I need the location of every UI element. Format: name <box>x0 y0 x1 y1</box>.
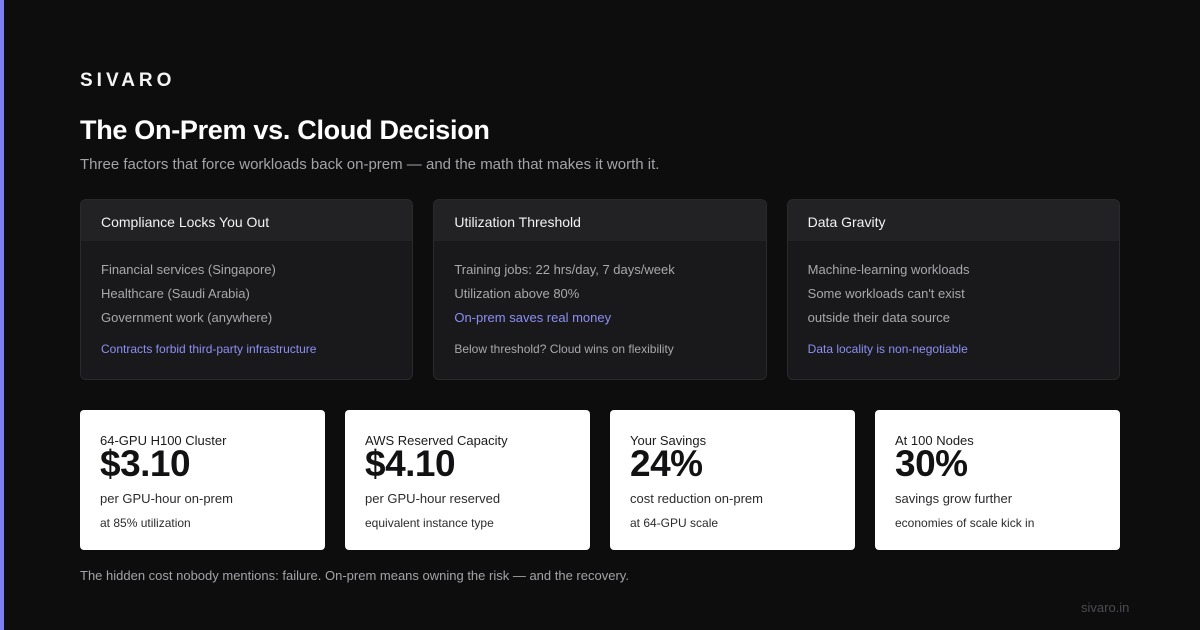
brand-logo: SIVARO <box>80 70 176 91</box>
card-line: Some workloads can't exist <box>807 286 965 301</box>
page-subtitle: Three factors that force workloads back … <box>80 156 660 173</box>
stat-note: equivalent instance type <box>365 516 494 530</box>
card-line: outside their data source <box>807 310 951 325</box>
stat-card-onprem-cost: 64-GPU H100 Cluster $3.10 per GPU-hour o… <box>80 410 325 550</box>
page-title: The On-Prem vs. Cloud Decision <box>80 115 490 145</box>
site-url: sivaro.in <box>1081 600 1130 615</box>
stat-value: 24% <box>630 443 703 484</box>
card-body: Financial services (Singapore) Healthcar… <box>81 241 412 356</box>
stat-note: economies of scale kick in <box>895 516 1035 530</box>
card-footer: Contracts forbid third-party infrastruct… <box>101 342 317 356</box>
factor-card-data-gravity: Data Gravity Machine-learning workloads … <box>786 199 1120 380</box>
card-footer: Data locality is non-negotiable <box>807 342 968 356</box>
stat-note: at 85% utilization <box>100 516 191 530</box>
card-line: Utilization above 80% <box>454 286 580 301</box>
card-heading: Compliance Locks You Out <box>81 200 413 241</box>
factor-card-utilization: Utilization Threshold Training jobs: 22 … <box>433 199 767 380</box>
stat-value: 30% <box>895 443 968 484</box>
card-body: Machine-learning workloads Some workload… <box>788 241 1119 356</box>
card-line: Government work (anywhere) <box>101 310 273 325</box>
stat-card-scale-savings: At 100 Nodes 30% savings grow further ec… <box>875 410 1120 550</box>
card-line-highlight: On-prem saves real money <box>454 310 612 325</box>
stat-description: per GPU-hour reserved <box>365 491 501 506</box>
card-line: Machine-learning workloads <box>807 262 970 277</box>
stat-card-savings: Your Savings 24% cost reduction on-prem … <box>610 410 855 550</box>
stat-description: cost reduction on-prem <box>630 491 763 506</box>
card-line: Financial services (Singapore) <box>101 262 276 277</box>
accent-bar <box>0 0 4 630</box>
stat-value: $3.10 <box>100 443 191 484</box>
card-line: Healthcare (Saudi Arabia) <box>101 286 250 301</box>
card-line: Training jobs: 22 hrs/day, 7 days/week <box>454 262 675 277</box>
card-footer: Below threshold? Cloud wins on flexibili… <box>454 342 674 356</box>
factor-card-compliance: Compliance Locks You Out Financial servi… <box>80 199 414 380</box>
card-heading: Data Gravity <box>787 200 1119 241</box>
factor-cards: Compliance Locks You Out Financial servi… <box>80 199 1120 380</box>
stat-description: savings grow further <box>895 491 1013 506</box>
stat-value: $4.10 <box>365 443 456 484</box>
stat-card-aws-cost: AWS Reserved Capacity $4.10 per GPU-hour… <box>345 410 590 550</box>
stat-description: per GPU-hour on-prem <box>100 491 233 506</box>
stat-cards: 64-GPU H100 Cluster $3.10 per GPU-hour o… <box>80 410 1120 550</box>
footnote: The hidden cost nobody mentions: failure… <box>80 568 629 583</box>
card-body: Training jobs: 22 hrs/day, 7 days/week U… <box>434 241 765 356</box>
stat-note: at 64-GPU scale <box>630 516 719 530</box>
card-heading: Utilization Threshold <box>434 200 766 241</box>
